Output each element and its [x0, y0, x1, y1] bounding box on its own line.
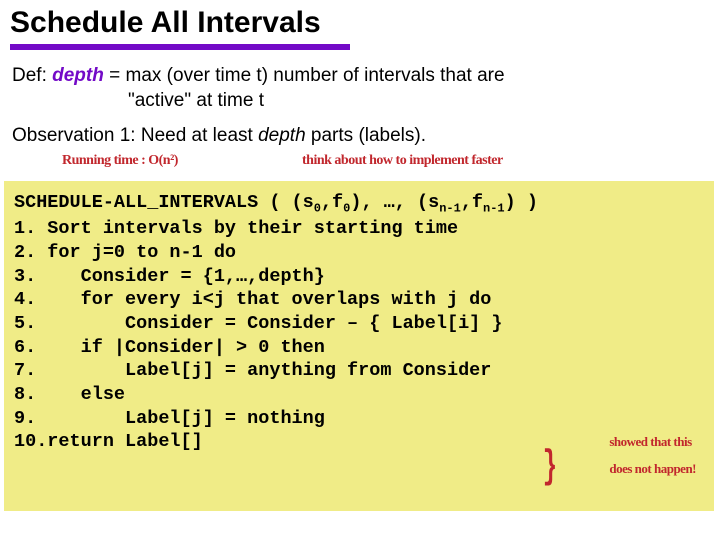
code-line-6: 6. if |Consider| > 0 then: [14, 337, 325, 358]
code-sub-n1b: n-1: [483, 202, 505, 216]
pseudocode-box: SCHEDULE-ALL_INTERVALS ( (s0,f0), …, (sn…: [4, 181, 714, 511]
code-sub-n1a: n-1: [439, 202, 461, 216]
obs-prefix: Observation 1: Need at least: [12, 125, 258, 146]
code-line-1: 1. Sort intervals by their starting time: [14, 218, 458, 239]
title-underline: [10, 44, 350, 50]
obs-suffix: parts (labels).: [306, 125, 426, 146]
code-line-8: 8. else: [14, 384, 125, 405]
def-rest1: = max (over time t) number of intervals …: [104, 65, 505, 86]
code-line-7: 7. Label[j] = anything from Consider: [14, 360, 491, 381]
code-sub-0a: 0: [314, 202, 321, 216]
definition-block: Def: depth = max (over time t) number of…: [0, 60, 720, 117]
side-note-line2: does not happen!: [609, 461, 696, 476]
code-header-e: ) ): [505, 192, 538, 213]
code-line-3: 3. Consider = {1,…,depth}: [14, 266, 325, 287]
def-depth-word: depth: [52, 65, 104, 86]
handwritten-hint: think about how to implement faster: [302, 153, 503, 169]
page-title: Schedule All Intervals: [0, 0, 720, 44]
obs-depth-word: depth: [258, 125, 306, 146]
code-line-4: 4. for every i<j that overlaps with j do: [14, 289, 491, 310]
code-header-a: SCHEDULE-ALL_INTERVALS ( (s: [14, 192, 314, 213]
observation-block: Observation 1: Need at least depth parts…: [0, 117, 720, 149]
def-prefix: Def:: [12, 65, 52, 86]
code-line-5: 5. Consider = Consider – { Label[i] }: [14, 313, 502, 334]
code-line-9: 9. Label[j] = nothing: [14, 408, 325, 429]
side-note-line1: showed that this: [609, 434, 691, 449]
code-header-c: ), …, (s: [350, 192, 439, 213]
handwritten-running-time: Running time : O(n²): [62, 153, 178, 169]
side-brace: }: [543, 442, 557, 493]
code-header-d: ,f: [461, 192, 483, 213]
def-rest2: "active" at time t: [128, 90, 264, 111]
code-line-2: 2. for j=0 to n-1 do: [14, 242, 236, 263]
code-line-10: 10.return Label[]: [14, 431, 203, 452]
handwritten-row: Running time : O(n²) think about how to …: [12, 149, 708, 177]
code-header-b: ,f: [321, 192, 343, 213]
side-note: showed that this does not happen!: [598, 421, 696, 489]
